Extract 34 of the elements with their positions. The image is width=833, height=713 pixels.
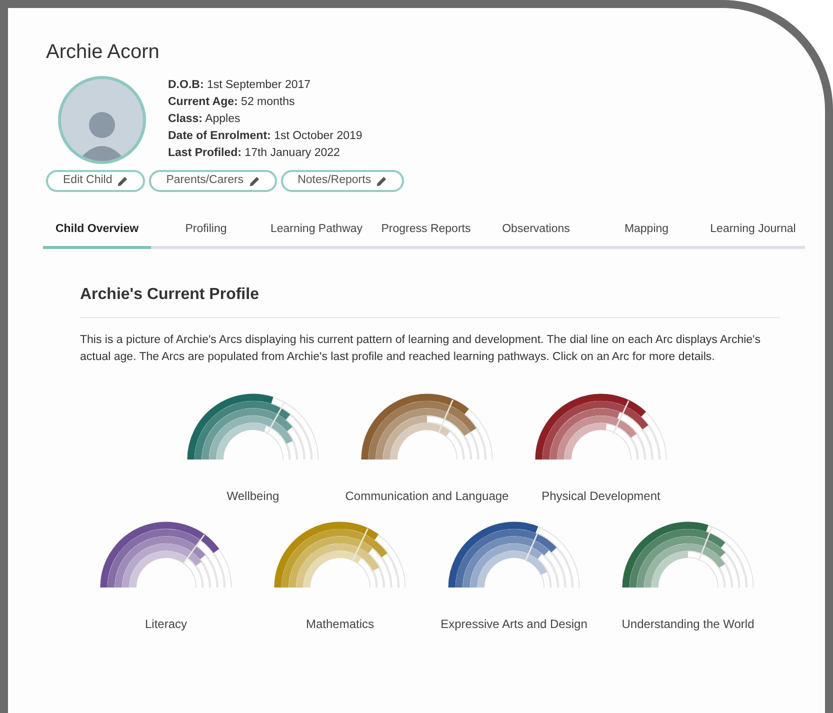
arc-label[interactable]: Mathematics — [254, 616, 426, 632]
arc-label[interactable]: Literacy — [80, 616, 252, 632]
detail-text: Last Profiled: 17th January 2022 — [168, 146, 341, 161]
tab[interactable]: Observations — [480, 221, 592, 246]
arc-drawing[interactable] — [361, 394, 493, 460]
detail-text: D.O.B: 1st September 2017 — [168, 78, 312, 93]
edit-button[interactable]: Edit Child — [46, 170, 146, 192]
edit-button[interactable]: Parents/Carers — [149, 170, 277, 192]
arc-label[interactable]: Physical Development — [515, 488, 687, 504]
section-heading: Archie's Current Profile — [80, 283, 780, 318]
arc-label[interactable]: Wellbeing — [167, 488, 339, 504]
arc-label[interactable]: Understanding the World — [602, 616, 774, 632]
tab[interactable]: Learning Journal — [701, 221, 805, 246]
arc-label[interactable]: Communication and Language — [341, 488, 513, 504]
arc-drawing[interactable] — [187, 394, 319, 460]
description-text: This is a picture of Archie's Arcs displaying his current pattern of learning and development. The dial line on each Arc displays Archie's actual age. The Arcs are populated from Archie's last profile and reached learning pathways. Click on an Arc for more details. — [80, 333, 762, 366]
arc-drawing[interactable] — [448, 522, 580, 588]
arc-drawing[interactable] — [622, 522, 754, 588]
pencil-icon — [117, 176, 128, 186]
tab[interactable]: Child Overview — [43, 221, 151, 250]
tab[interactable]: Progress Reports — [372, 221, 480, 246]
child-name: Archie Acorn — [46, 40, 160, 64]
detail-text: Date of Enrolment: 1st October 2019 — [168, 129, 362, 144]
arc-label[interactable]: Expressive Arts and Design — [428, 616, 600, 632]
arc-drawing[interactable] — [535, 394, 667, 460]
tab[interactable]: Learning Pathway — [261, 221, 372, 246]
tab[interactable]: Profiling — [151, 221, 261, 246]
edit-button[interactable]: Notes/Reports — [280, 170, 404, 192]
arc-drawing[interactable] — [100, 522, 232, 588]
pencil-icon — [376, 176, 388, 186]
pencil-icon — [248, 176, 260, 186]
detail-text: Class: Apples — [168, 112, 242, 127]
tab[interactable]: Mapping — [592, 221, 701, 246]
detail-text: Current Age: 52 months — [168, 95, 296, 110]
